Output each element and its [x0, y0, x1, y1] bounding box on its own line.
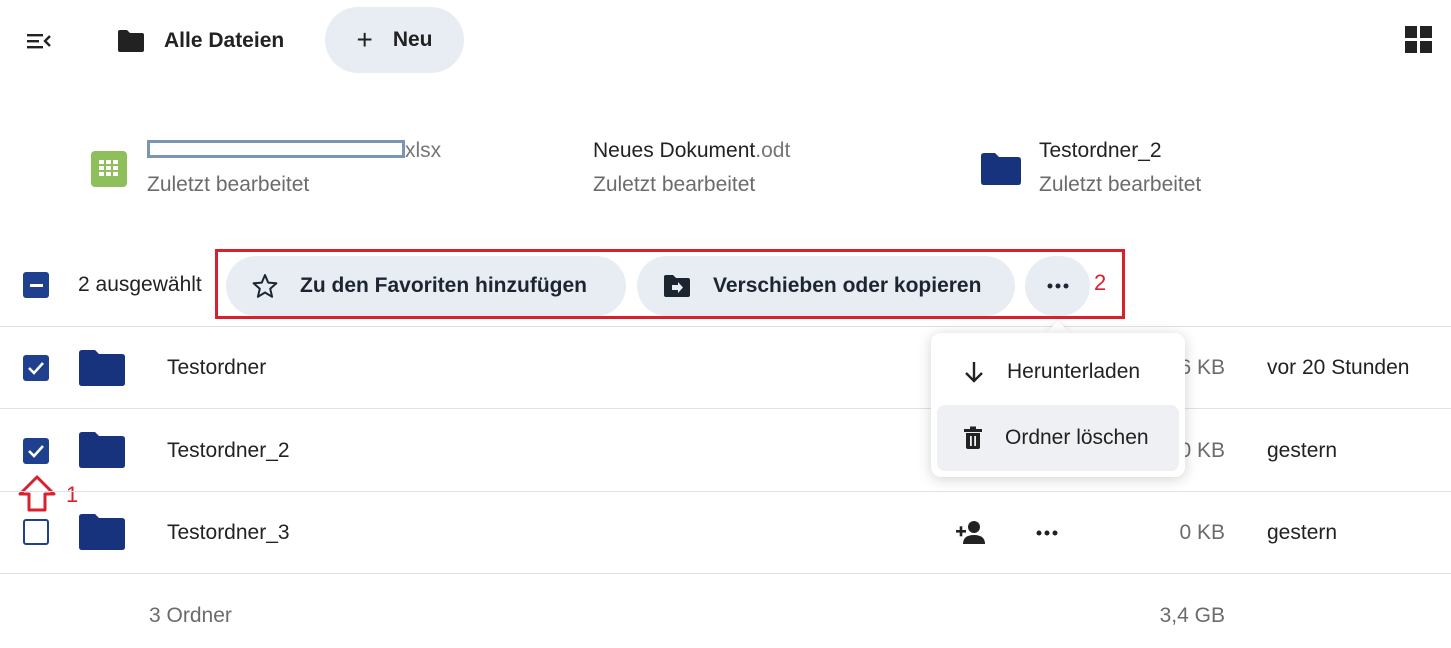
row-modified: vor 20 Stunden [1267, 356, 1410, 379]
annotation-arrow-up-icon [18, 475, 56, 512]
divider [0, 573, 1451, 574]
add-to-favorites-button[interactable]: Zu den Favoriten hinzufügen [226, 256, 626, 316]
footer-folder-count: 3 Ordner [149, 604, 232, 627]
folder-icon [981, 153, 1021, 185]
navigation-toggle-button[interactable] [22, 24, 56, 58]
checkmark-icon [28, 445, 44, 458]
recent-file-spreadsheet[interactable]: xlsx Zuletzt bearbeitet [90, 138, 441, 208]
footer-total-size: 3,4 GB [1159, 604, 1225, 627]
row-modified: gestern [1267, 439, 1338, 462]
row-checkbox[interactable] [23, 519, 49, 545]
checkmark-icon [28, 362, 44, 375]
row-size: 0 KB [1179, 521, 1225, 544]
divider [0, 326, 1451, 327]
row-filename[interactable]: Testordner_3 [167, 521, 290, 545]
recent-file-ext: .odt [755, 139, 791, 162]
recent-file-subtitle: Zuletzt bearbeitet [147, 173, 310, 196]
recent-file-name: Neues Dokument [593, 139, 756, 162]
folder-icon [79, 350, 125, 386]
move-or-copy-button[interactable]: Verschieben oder kopieren [637, 256, 1015, 316]
trash-icon [964, 426, 982, 449]
breadcrumb-label: Alle Dateien [164, 29, 285, 52]
row-modified: gestern [1267, 521, 1338, 544]
add-to-favorites-label: Zu den Favoriten hinzufügen [300, 274, 587, 297]
indeterminate-icon [29, 283, 43, 287]
menu-item-delete-folder[interactable]: Ordner löschen [937, 405, 1179, 471]
grid-view-toggle[interactable] [1404, 25, 1436, 57]
download-arrow-icon [965, 362, 983, 383]
folder-icon [79, 514, 125, 550]
select-all-checkbox[interactable] [23, 272, 49, 298]
menu-item-label: Ordner löschen [1005, 426, 1149, 449]
recent-file-folder[interactable]: Testordner_2 Zuletzt bearbeitet [980, 138, 1201, 208]
breadcrumb-all-files[interactable]: Alle Dateien [116, 20, 284, 62]
more-horizontal-icon [1047, 283, 1068, 289]
annotation-number: 1 [66, 482, 79, 507]
move-or-copy-label: Verschieben oder kopieren [713, 274, 982, 297]
row-checkbox[interactable] [23, 355, 49, 381]
share-user-icon[interactable] [955, 519, 987, 547]
star-icon [252, 274, 278, 298]
more-actions-button[interactable] [1025, 256, 1090, 316]
menu-collapse-icon [27, 34, 51, 49]
actions-popup-menu: Herunterladen Ordner löschen [931, 333, 1185, 477]
row-checkbox[interactable] [23, 438, 49, 464]
annotation-number: 2 [1094, 270, 1107, 295]
row-filename[interactable]: Testordner_2 [167, 439, 290, 463]
menu-item-download[interactable]: Herunterladen [937, 339, 1179, 405]
menu-item-label: Herunterladen [1007, 360, 1141, 383]
grid-view-icon [1405, 26, 1432, 53]
selection-count: 2 ausgewählt [78, 273, 202, 296]
more-horizontal-icon [1036, 530, 1058, 536]
recent-file-document[interactable]: Neues Dokument.odt Zuletzt bearbeitet [593, 138, 790, 208]
folder-icon [118, 30, 144, 52]
row-actions-button[interactable] [1030, 519, 1064, 547]
recent-file-subtitle: Zuletzt bearbeitet [1039, 173, 1202, 196]
spreadsheet-icon [91, 151, 127, 187]
recent-file-subtitle: Zuletzt bearbeitet [593, 173, 756, 196]
recent-file-ext: xlsx [405, 139, 442, 162]
redacted-filename [147, 140, 405, 159]
folder-icon [79, 432, 125, 468]
new-button-label: Neu [392, 28, 433, 51]
divider [0, 491, 1451, 492]
plus-icon: + [356, 24, 373, 55]
new-button[interactable]: + Neu [325, 7, 464, 73]
row-filename[interactable]: Testordner [167, 356, 266, 380]
divider [0, 408, 1451, 409]
recent-file-name: Testordner_2 [1039, 139, 1162, 162]
folder-move-icon [664, 275, 690, 297]
